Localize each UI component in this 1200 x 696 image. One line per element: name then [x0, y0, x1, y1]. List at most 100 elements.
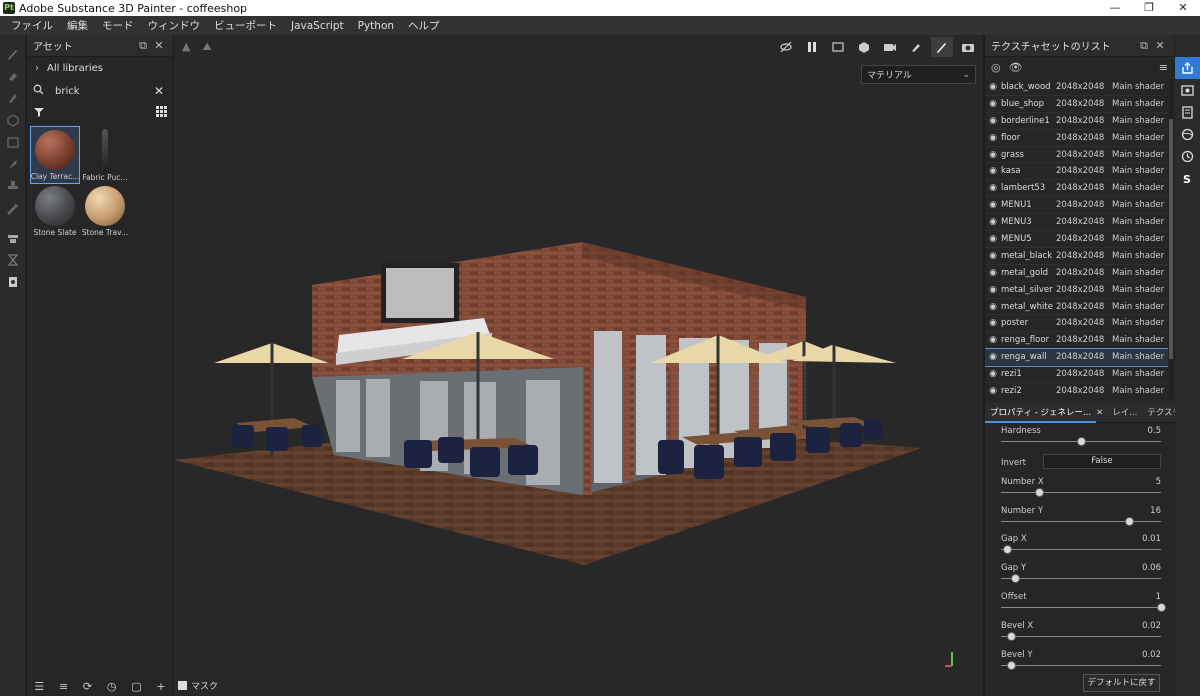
- paint-mode-icon[interactable]: [905, 37, 927, 57]
- pause-icon[interactable]: [801, 37, 823, 57]
- texture-set-row[interactable]: ◉ MENU1 2048x2048 Main shader: [985, 197, 1168, 215]
- tab-layers[interactable]: レイ...: [1107, 403, 1142, 423]
- texture-set-row[interactable]: ◉ blue_shop 2048x2048 Main shader: [985, 96, 1168, 113]
- shader-settings-icon[interactable]: [1175, 101, 1200, 123]
- view-mode-icon[interactable]: [827, 37, 849, 57]
- menu-python[interactable]: Python: [351, 20, 401, 32]
- visibility-eye-icon[interactable]: ◉: [985, 116, 1001, 126]
- document-tool[interactable]: [0, 271, 26, 293]
- folder-icon[interactable]: ▢: [131, 680, 141, 693]
- visibility-eye-icon[interactable]: ◉: [985, 99, 1001, 109]
- projection-tool[interactable]: [0, 87, 26, 109]
- close-icon[interactable]: ✕: [151, 39, 167, 52]
- slider-track[interactable]: [1001, 664, 1161, 666]
- search-input[interactable]: brick: [49, 86, 151, 97]
- texture-set-row[interactable]: ◉ MENU5 2048x2048 Main shader: [985, 231, 1168, 248]
- slider-offset[interactable]: Offset 1: [1001, 589, 1166, 618]
- viewport-3d[interactable]: ▲ ⛰ マテリアル ⌄ マスク: [174, 35, 983, 696]
- slider-knob[interactable]: [1035, 487, 1045, 497]
- slider-track[interactable]: [1001, 606, 1161, 608]
- visibility-eye-icon[interactable]: ◉: [985, 251, 1001, 261]
- bake-tool[interactable]: [0, 227, 26, 249]
- texture-set-row[interactable]: ◉ metal_silver 2048x2048 Main shader: [985, 282, 1168, 299]
- menu-edit[interactable]: 編集: [60, 18, 95, 33]
- texture-set-row[interactable]: ◉ metal_white 2048x2048 Main shader: [985, 299, 1168, 316]
- texture-set-row[interactable]: ◉ renga_wall 2048x2048 Main shader: [985, 348, 1168, 368]
- slider-hardness[interactable]: Hardness 0.5: [1001, 423, 1161, 452]
- slider-track[interactable]: [1001, 635, 1161, 637]
- slider-knob[interactable]: [1077, 437, 1086, 446]
- library-selector[interactable]: › All libraries: [27, 57, 173, 79]
- visibility-eye-icon[interactable]: ◉: [985, 150, 1001, 160]
- slider-knob[interactable]: [1157, 602, 1166, 612]
- symmetry-icon[interactable]: ▲: [182, 40, 190, 54]
- refresh-icon[interactable]: ⟳: [83, 680, 92, 693]
- picker-tool[interactable]: [0, 197, 26, 219]
- material-mode-select[interactable]: マテリアル ⌄: [861, 65, 976, 84]
- slider-knob[interactable]: [1006, 631, 1016, 641]
- sort-icon[interactable]: ≡: [59, 680, 68, 693]
- close-icon[interactable]: ✕: [1096, 408, 1107, 418]
- menu-javascript[interactable]: JavaScript: [284, 20, 351, 32]
- undock-icon[interactable]: ⧉: [1136, 39, 1152, 53]
- add-icon[interactable]: +: [156, 680, 165, 693]
- close-button[interactable]: ✕: [1166, 0, 1200, 16]
- filter-icon[interactable]: [33, 106, 45, 121]
- export-icon[interactable]: [1175, 57, 1200, 79]
- invert-toggle[interactable]: False: [1043, 453, 1161, 469]
- slider-number-x[interactable]: Number X 5: [1001, 474, 1161, 503]
- menu-window[interactable]: ウィンドウ: [141, 18, 208, 33]
- visibility-eye-icon[interactable]: ◉: [985, 352, 1001, 362]
- texture-set-row[interactable]: ◉ grass 2048x2048 Main shader: [985, 147, 1168, 164]
- list-view-icon[interactable]: ☰: [34, 680, 44, 693]
- visibility-eye-icon[interactable]: ◉: [985, 200, 1001, 210]
- slider-bevel-y[interactable]: Bevel Y 0.02: [1001, 647, 1161, 676]
- slider-gap-x[interactable]: Gap X 0.01: [1001, 531, 1161, 560]
- paint-tool[interactable]: [0, 43, 26, 65]
- slider-gap-y[interactable]: Gap Y 0.06: [1001, 560, 1161, 589]
- hourglass-tool[interactable]: [0, 249, 26, 271]
- menu-help[interactable]: ヘルプ: [401, 18, 447, 33]
- texture-set-row[interactable]: ◉ floor 2048x2048 Main shader: [985, 130, 1168, 147]
- history-icon[interactable]: [1175, 145, 1200, 167]
- history-icon[interactable]: ◷: [107, 680, 117, 693]
- texture-set-row[interactable]: ◉ rezi2 2048x2048 Main shader: [985, 383, 1168, 399]
- slider-track[interactable]: [1001, 578, 1161, 580]
- visibility-eye-icon[interactable]: ◉: [985, 217, 1001, 227]
- brush-mode-icon[interactable]: [931, 37, 953, 57]
- substance-share-icon[interactable]: S: [1175, 167, 1200, 189]
- visibility-eye-icon[interactable]: ◉: [985, 335, 1001, 345]
- visibility-eye-icon[interactable]: ◉: [985, 369, 1001, 379]
- texture-set-row[interactable]: ◉ metal_gold 2048x2048 Main shader: [985, 265, 1168, 282]
- settings-eye-icon[interactable]: ◎: [991, 61, 1001, 74]
- screenshot-icon[interactable]: [957, 37, 979, 57]
- asset-fabric[interactable]: Fabric Puc...: [81, 127, 129, 183]
- visibility-eye-icon[interactable]: ◉: [985, 234, 1001, 244]
- polygon-fill-tool[interactable]: [0, 131, 26, 153]
- scrollbar-thumb[interactable]: [1169, 119, 1173, 359]
- texture-set-row[interactable]: ◉ lambert53 2048x2048 Main shader: [985, 180, 1168, 198]
- undock-icon[interactable]: ⧉: [135, 39, 151, 53]
- texture-set-row[interactable]: ◉ poster 2048x2048 Main shader: [985, 315, 1168, 333]
- slider-knob[interactable]: [1125, 516, 1134, 526]
- slider-knob[interactable]: [1003, 545, 1013, 555]
- tab-properties[interactable]: プロパティ - ジェネレー...: [985, 403, 1097, 423]
- visibility-eye-icon[interactable]: ◉: [985, 183, 1001, 193]
- texture-set-row[interactable]: ◉ renga_floor 2048x2048 Main shader: [985, 332, 1168, 350]
- visibility-eye-icon[interactable]: ◉: [985, 268, 1001, 278]
- hide-icon[interactable]: [775, 37, 797, 57]
- visibility-eye-icon[interactable]: ◉: [985, 166, 1001, 176]
- geometry-fill-tool[interactable]: [0, 109, 26, 131]
- texture-set-row[interactable]: ◉ borderline1 2048x2048 Main shader: [985, 113, 1168, 130]
- eye-icon[interactable]: 👁: [1009, 61, 1023, 74]
- slider-knob[interactable]: [1011, 574, 1021, 584]
- mask-toggle[interactable]: マスク: [178, 679, 218, 692]
- grid-view-icon[interactable]: [156, 106, 167, 120]
- smudge-tool[interactable]: [0, 153, 26, 175]
- camera-icon[interactable]: [879, 37, 901, 57]
- cube-view-icon[interactable]: [853, 37, 875, 57]
- close-icon[interactable]: ✕: [1152, 39, 1168, 52]
- slider-track[interactable]: [1001, 520, 1161, 522]
- slider-number-y[interactable]: Number Y 16: [1001, 503, 1161, 532]
- texture-set-row[interactable]: ◉ rezi1 2048x2048 Main shader: [985, 366, 1168, 384]
